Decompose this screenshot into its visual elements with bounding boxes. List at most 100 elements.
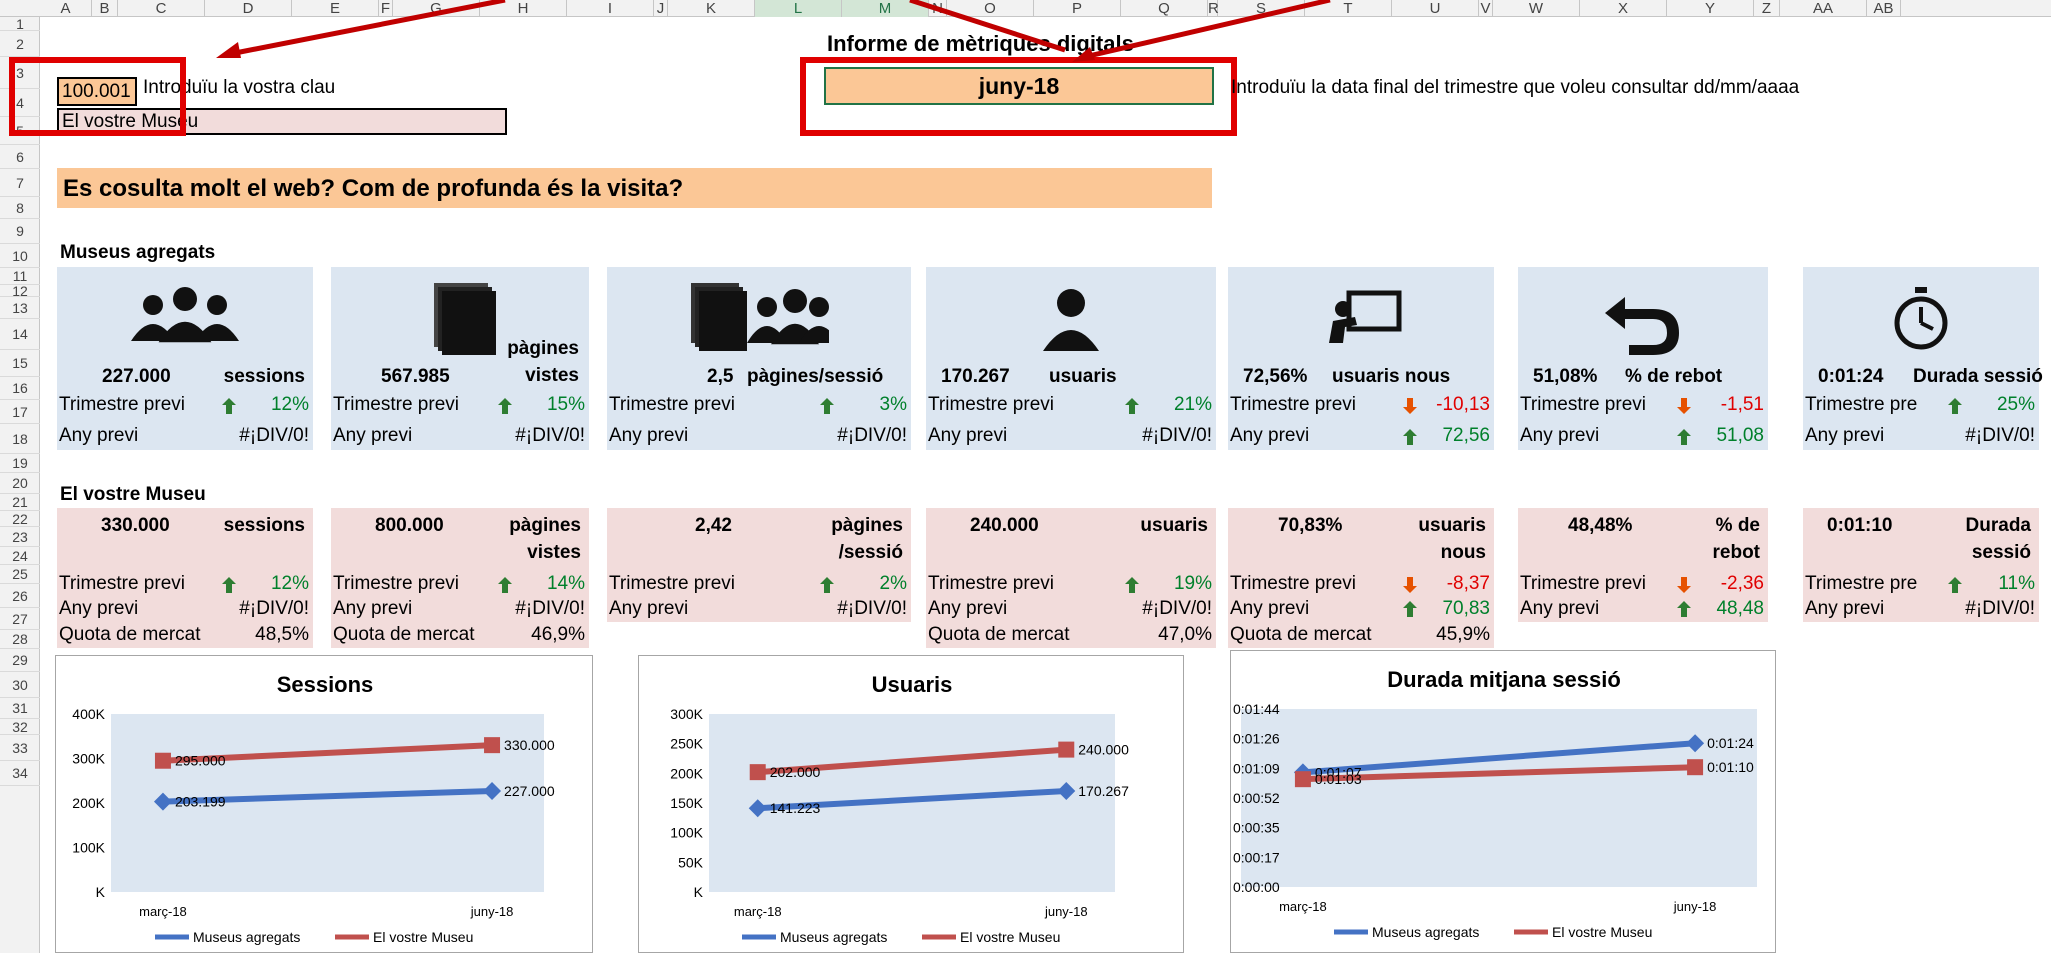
arrow-head-key: [216, 42, 241, 58]
year-value: 48,48: [1716, 598, 1764, 619]
row-header-12[interactable]: 12: [0, 284, 40, 298]
museum-card-6: 48,48% % de rebot Trimestre previ -2,36 Any …: [1518, 508, 1768, 622]
y-tick-label: 200K: [670, 765, 703, 781]
card-value: 72,56%: [1243, 366, 1308, 387]
chart-title: Sessions: [277, 672, 374, 697]
legend-label: El vostre Museu: [373, 929, 473, 945]
year-value: #¡DIV/0!: [1142, 425, 1212, 446]
row-header-bar: 1 2 3 4 5 6 7 8 9 10 11 12 13 14 15 16 17 18 19 20 21 22 23 24 2…: [0, 17, 40, 953]
row-header-20[interactable]: 20: [0, 473, 40, 494]
row-header-31[interactable]: 31: [0, 698, 40, 719]
people-group-icon: [115, 279, 255, 359]
prev-label: Trimestre previ: [928, 394, 1054, 415]
trend-down-icon: [1403, 577, 1417, 593]
row-header-32[interactable]: 32: [0, 719, 40, 735]
aggregated-card-7: 0:01:24 Durada sessió Trimestre pre 25% Any …: [1803, 267, 2043, 450]
aggregated-card-6: 51,08% % de rebot Trimestre previ -1,51 Any …: [1518, 267, 1768, 450]
chart-session-duration[interactable]: Durada mitjana sessió 0:01:44 0:01:26 0:01:…: [1230, 650, 1776, 953]
arrow-to-date: [1079, 0, 1331, 61]
prev-value: 2%: [879, 573, 907, 594]
card-value: 170.267: [941, 366, 1010, 387]
row-header-14[interactable]: 14: [0, 319, 40, 350]
data-point: [1294, 771, 1311, 788]
year-value: #¡DIV/0!: [515, 598, 585, 619]
card-unit: % de rebot: [1625, 366, 1723, 387]
year-label: Any previ: [59, 598, 139, 619]
prev-label: Trimestre previ: [1520, 394, 1646, 415]
row-header-7[interactable]: 7: [0, 169, 40, 197]
row-header-25[interactable]: 25: [0, 565, 40, 584]
quota-label: Quota de mercat: [1230, 624, 1372, 645]
row-header-21[interactable]: 21: [0, 494, 40, 511]
chart-sessions[interactable]: Sessions 400K 300K 200K 100K Kmarç-18 juny-18 2…: [55, 655, 593, 953]
row-header-26[interactable]: 26: [0, 584, 40, 608]
trend-up-icon: [1948, 398, 1962, 414]
section-banner: Es cosulta molt el web? Com de profunda …: [57, 168, 1212, 208]
row-header-17[interactable]: 17: [0, 400, 40, 424]
row-header-23[interactable]: 23: [0, 527, 40, 547]
prev-value: -8,37: [1446, 573, 1490, 594]
row-header-27[interactable]: 27: [0, 608, 40, 630]
prev-value: -10,13: [1436, 394, 1490, 415]
row-header-30[interactable]: 30: [0, 672, 40, 698]
museum-card-5: 70,83% usuaris nous Trimestre previ -8,37 An…: [1228, 508, 1494, 648]
year-label: Any previ: [1805, 598, 1885, 619]
prev-value: -2,36: [1720, 573, 1764, 594]
row-header-10[interactable]: 10: [0, 244, 40, 268]
row-header-15[interactable]: 15: [0, 350, 40, 377]
year-label: Any previ: [333, 598, 413, 619]
row-header-9[interactable]: 9: [0, 219, 40, 244]
y-tick-label: 250K: [670, 736, 703, 752]
row-header-28[interactable]: 28: [0, 630, 40, 649]
row-header-13[interactable]: 13: [0, 297, 40, 319]
row-header-33[interactable]: 33: [0, 735, 40, 761]
year-label: Any previ: [1230, 425, 1310, 446]
museum-card-4: 240.000 usuaris Trimestre previ 19% Any prev…: [926, 508, 1216, 648]
card-value: 70,83%: [1278, 515, 1343, 536]
return-arrow-icon: [1573, 279, 1713, 359]
row-header-16[interactable]: 16: [0, 377, 40, 400]
year-value: #¡DIV/0!: [239, 425, 309, 446]
data-point: [484, 737, 501, 754]
data-point: [749, 764, 766, 781]
user-icon: [1001, 279, 1141, 359]
row-header-19[interactable]: 19: [0, 454, 40, 473]
arrow-head-date: [1072, 47, 1095, 62]
y-tick-label: 300K: [670, 706, 703, 722]
row-header-34[interactable]: 34: [0, 761, 40, 786]
row-header-24[interactable]: 24: [0, 547, 40, 565]
trend-up-icon: [222, 577, 236, 593]
row-header-29[interactable]: 29: [0, 649, 40, 672]
prev-value: 14%: [546, 573, 585, 594]
card-value: 0:01:24: [1818, 366, 1884, 387]
x-tick-label: juny-18: [1673, 899, 1717, 914]
quota-label: Quota de mercat: [333, 624, 475, 645]
card-value: 2,5: [707, 366, 734, 387]
card-unit: % de rebot: [1712, 515, 1761, 563]
row-header-18[interactable]: 18: [0, 424, 40, 454]
year-value: 51,08: [1716, 425, 1764, 446]
x-tick-label: març-18: [139, 904, 187, 919]
trend-up-icon: [820, 577, 834, 593]
x-tick-label: març-18: [734, 904, 782, 919]
prev-value: -1,51: [1720, 394, 1764, 415]
trend-down-icon: [1403, 398, 1417, 414]
card-unit: sessions: [223, 515, 305, 536]
row-header-6[interactable]: 6: [0, 145, 40, 169]
pages-people-icon: [689, 279, 829, 359]
aggregated-card-5: 72,56% usuaris nous Trimestre previ -10,13 A…: [1228, 267, 1494, 450]
year-label: Any previ: [1520, 598, 1600, 619]
card-unit: pàgines /sessió: [831, 515, 903, 563]
row-header-8[interactable]: 8: [0, 197, 40, 219]
trend-up-icon: [498, 577, 512, 593]
data-label: 203.199: [175, 794, 226, 810]
year-label: Any previ: [609, 425, 689, 446]
card-unit: usuaris: [1140, 515, 1208, 536]
legend-label: El vostre Museu: [1552, 924, 1652, 940]
card-unit: pàgines vistes: [507, 338, 579, 386]
prev-label: Trimestre previ: [1230, 394, 1356, 415]
card-unit: usuaris nous: [1332, 366, 1451, 387]
chart-users[interactable]: Usuaris 300K 250K 200K 150K 100K 50K Kmarç-18 ju…: [638, 655, 1184, 953]
card-value: 800.000: [375, 515, 444, 536]
row-header-22[interactable]: 22: [0, 511, 40, 527]
